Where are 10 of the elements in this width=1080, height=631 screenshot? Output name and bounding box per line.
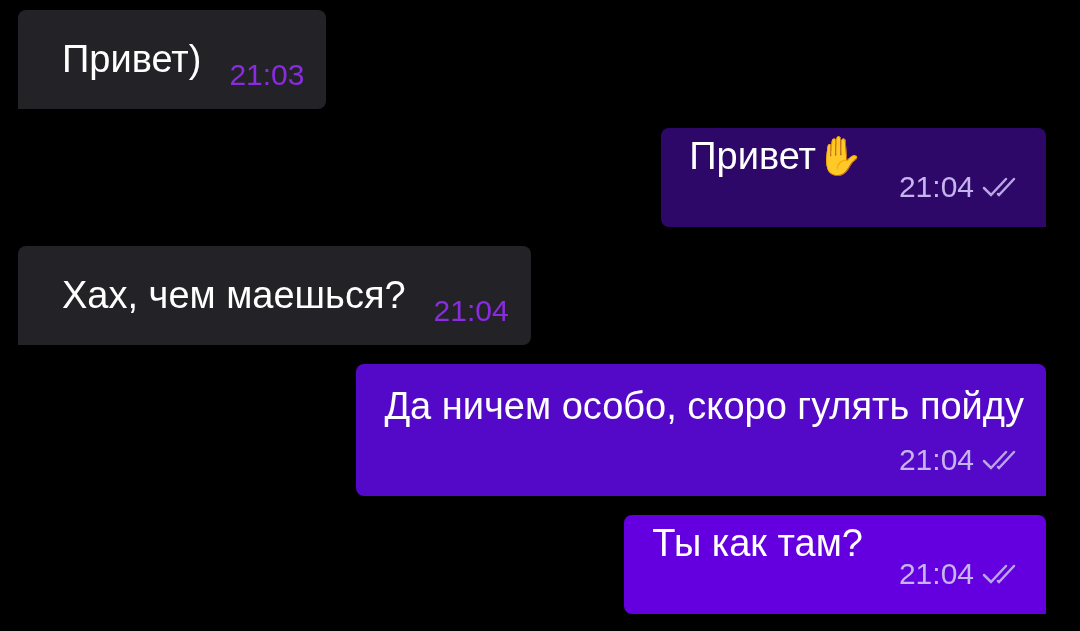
message-text: Хах, чем маешься? — [62, 273, 406, 318]
message-text: Да ничем особо, скоро гулять пойду — [384, 384, 1024, 429]
message-time: 21:04 — [433, 293, 509, 329]
message-text: Ты как там? — [652, 521, 863, 566]
message-time: 21:04 — [898, 556, 974, 592]
message-text: Привет) — [62, 37, 202, 82]
message-time: 21:04 — [898, 442, 974, 478]
message-time: 21:04 — [898, 169, 974, 205]
message-text: Привет✋ — [689, 134, 863, 179]
message-time: 21:03 — [229, 57, 305, 93]
